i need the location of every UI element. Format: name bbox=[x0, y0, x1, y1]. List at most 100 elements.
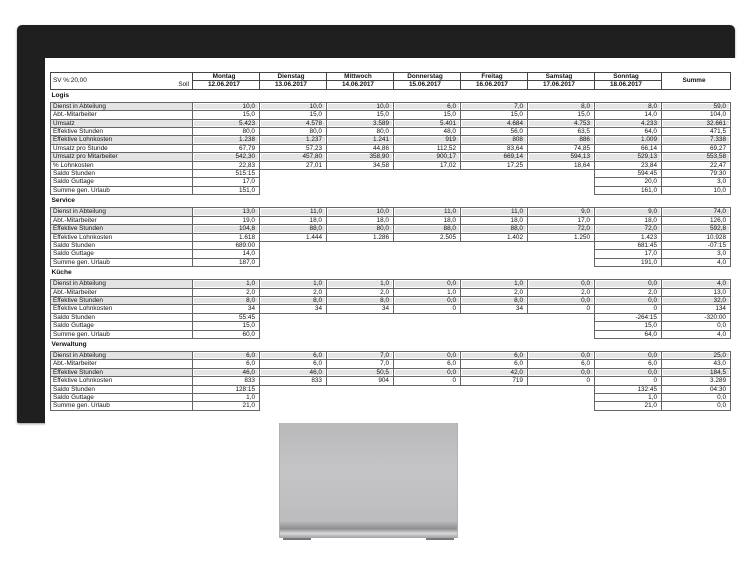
day-header-2: Mittwoch bbox=[326, 71, 394, 82]
section-title: Verwaltung bbox=[51, 340, 87, 348]
row-sum-cell: 553,58 bbox=[661, 152, 731, 162]
table-row: Effektive Stunden 8,0 8,0 8,0 0,0 8,0 0,0 0,0 32… bbox=[50, 295, 731, 306]
row-value-cell: 23,84 bbox=[594, 160, 662, 171]
row-value-cell: 15,0 bbox=[527, 110, 595, 120]
date-header-3: 15.06.2017 bbox=[393, 80, 461, 90]
saldo-sonntag-value: 681:45 bbox=[594, 240, 662, 251]
table-row: Abt.-Mitarbeiter 6,0 6,0 7,0 6,0 6,0 6,0 6,0 43,… bbox=[50, 359, 731, 369]
saldo-label: Saldo Guttage bbox=[50, 321, 193, 331]
row-value-cell: 0,0 bbox=[527, 367, 595, 378]
saldo-row: Summe gen. Urlaub 187,0 191,0 4,0 bbox=[50, 257, 731, 268]
row-value-cell: 5.423 bbox=[192, 118, 260, 129]
row-value-cell: 18,64 bbox=[527, 160, 595, 171]
saldo-sonntag-value: 132:45 bbox=[594, 384, 662, 395]
saldo-sum-value: 3,0 bbox=[661, 249, 731, 259]
row-value-cell: 0 bbox=[393, 304, 461, 314]
saldo-sonntag-value: 64,0 bbox=[594, 329, 662, 339]
staffing-report-table: SV %:20,00 Soll Montag Dienstag Mittwoch Donn… bbox=[50, 71, 731, 411]
saldo-sonntag-value: 15,0 bbox=[594, 321, 662, 331]
saldo-label: Saldo Stunden bbox=[50, 384, 193, 395]
table-row: Abt.-Mitarbeiter 2,0 2,0 2,0 1,0 2,0 2,0 2,0 13,… bbox=[50, 287, 731, 297]
saldo-sum-value: -07:15 bbox=[661, 240, 731, 251]
row-value-cell: 0 bbox=[594, 376, 662, 386]
row-value-cell: 2,0 bbox=[460, 287, 528, 297]
date-header-4: 16.06.2017 bbox=[460, 80, 528, 90]
saldo-soll-value: 14,0 bbox=[192, 249, 260, 259]
row-value-cell: 457,80 bbox=[259, 152, 327, 162]
row-label: Effektive Lohnkosten bbox=[50, 304, 193, 314]
row-value-cell: 2,0 bbox=[259, 287, 327, 297]
row-value-cell: 44,86 bbox=[326, 143, 394, 154]
row-value-cell: 50,5 bbox=[326, 367, 394, 378]
table-row: Umsatz pro Mitarbeiter 542,30 457,80 358,90… bbox=[50, 152, 731, 162]
row-value-cell: 0,0 bbox=[527, 295, 595, 306]
empty-cell bbox=[394, 394, 461, 402]
saldo-sum-value: 04:30 bbox=[661, 384, 731, 395]
row-value-cell: 0,0 bbox=[393, 367, 461, 378]
row-sum-cell: 134 bbox=[661, 304, 731, 314]
row-value-cell: 34 bbox=[259, 304, 327, 314]
saldo-soll-value: 1,0 bbox=[192, 392, 260, 403]
row-value-cell: 4.684 bbox=[460, 118, 528, 129]
empty-cell bbox=[327, 258, 394, 266]
section-title-row: Service bbox=[51, 195, 731, 208]
saldo-sum-value: 4,0 bbox=[661, 329, 731, 339]
row-sum-cell: 32.661 bbox=[661, 118, 731, 129]
saldo-row: Saldo Guttage 15,0 15,0 0,0 bbox=[50, 321, 731, 331]
row-value-cell: 1.237 bbox=[259, 135, 327, 145]
row-value-cell: 80,0 bbox=[259, 127, 327, 137]
row-label: Dienst in Abteilung bbox=[50, 350, 193, 361]
day-header-3: Donnerstag bbox=[393, 71, 461, 82]
row-value-cell: 22,83 bbox=[192, 160, 260, 171]
row-value-cell: 6,0 bbox=[259, 359, 327, 369]
row-label: Effektive Stunden bbox=[50, 367, 193, 378]
table-row: Dienst in Abteilung 1,0 1,0 1,0 0,0 1,0 0,0 0,0… bbox=[50, 279, 731, 289]
row-sum-cell: 74,0 bbox=[661, 207, 731, 217]
row-value-cell: 8,0 bbox=[259, 295, 327, 306]
empty-cell bbox=[461, 170, 528, 178]
row-label: Effektive Lohnkosten bbox=[50, 376, 193, 386]
row-value-cell: 0,0 bbox=[393, 279, 461, 289]
row-value-cell: 0,0 bbox=[594, 295, 662, 306]
soll-label: Soll bbox=[178, 81, 189, 89]
empty-cell bbox=[528, 250, 595, 258]
table-row: Abt.-Mitarbeiter 15,0 15,0 15,0 15,0 15,0 15,0… bbox=[50, 110, 731, 120]
row-value-cell: 42,0 bbox=[460, 367, 528, 378]
row-value-cell: 1,0 bbox=[326, 279, 394, 289]
row-value-cell: 18,0 bbox=[259, 215, 327, 226]
row-value-cell: 11,0 bbox=[259, 207, 327, 217]
row-value-cell: 669,14 bbox=[460, 152, 528, 162]
empty-cell bbox=[394, 402, 461, 410]
empty-cell bbox=[260, 170, 327, 178]
row-value-cell: 1.444 bbox=[259, 232, 327, 242]
row-value-cell: 15,0 bbox=[192, 110, 260, 120]
empty-cell bbox=[327, 250, 394, 258]
row-value-cell: 48,0 bbox=[393, 127, 461, 137]
saldo-label: Saldo Guttage bbox=[50, 177, 193, 187]
row-value-cell: 18,0 bbox=[594, 215, 662, 226]
day-header-1: Dienstag bbox=[259, 71, 327, 82]
row-value-cell: 15,0 bbox=[393, 110, 461, 120]
empty-cell bbox=[394, 186, 461, 194]
saldo-soll-value: 151,0 bbox=[192, 185, 260, 196]
day-header-4: Freitag bbox=[460, 71, 528, 82]
saldo-soll-value: 15,0 bbox=[192, 321, 260, 331]
empty-cell bbox=[461, 178, 528, 186]
row-sum-cell: 22,47 bbox=[661, 160, 731, 171]
saldo-soll-value: 60,0 bbox=[192, 329, 260, 339]
row-value-cell: 1.009 bbox=[594, 135, 662, 145]
empty-cell bbox=[394, 241, 461, 249]
sv-label: SV %:20,00 bbox=[53, 77, 87, 85]
row-value-cell: 10,0 bbox=[326, 207, 394, 217]
row-value-cell: 4.233 bbox=[594, 118, 662, 129]
row-value-cell: 6,0 bbox=[527, 359, 595, 369]
row-value-cell: 74,85 bbox=[527, 143, 595, 154]
sv-cell: SV %:20,00 Soll bbox=[50, 72, 193, 90]
empty-cell bbox=[461, 186, 528, 194]
table-row: Abt.-Mitarbeiter 19,0 18,0 18,0 18,0 18,0 17,0… bbox=[50, 215, 731, 226]
row-sum-cell: 4,0 bbox=[661, 279, 731, 289]
row-label: Effektive Stunden bbox=[50, 295, 193, 306]
row-value-cell: 10,0 bbox=[259, 101, 327, 112]
row-value-cell: 4.753 bbox=[527, 118, 595, 129]
section-title: Service bbox=[51, 197, 75, 205]
